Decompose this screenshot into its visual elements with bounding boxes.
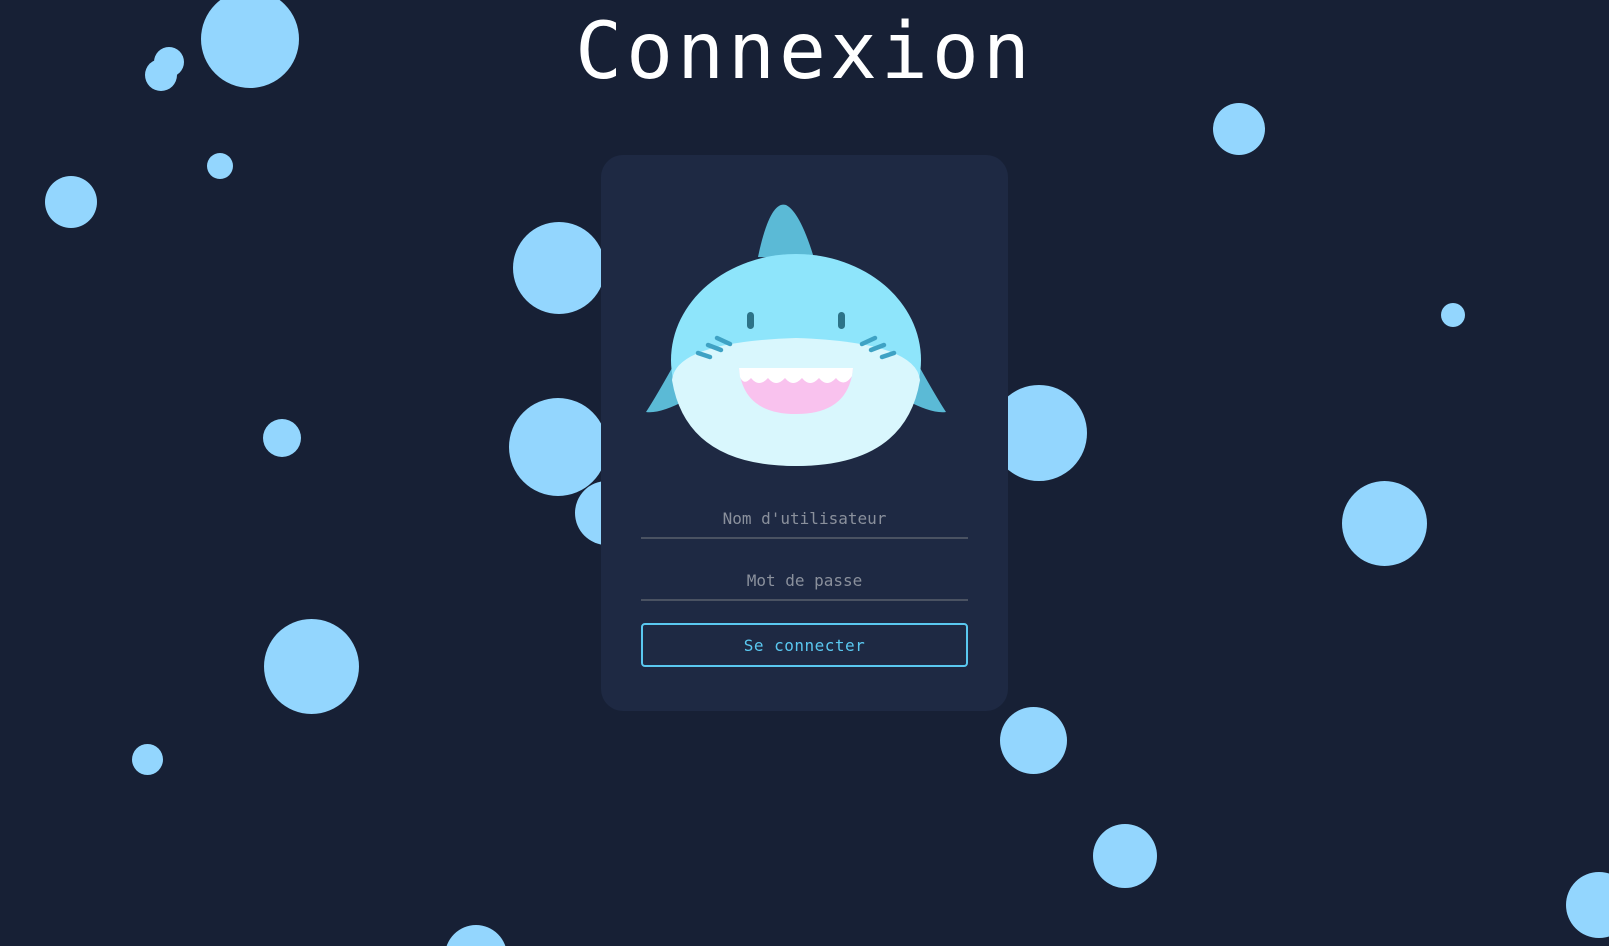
bubble-decoration <box>264 619 359 714</box>
password-field[interactable] <box>641 561 968 601</box>
bubble-decoration <box>509 398 607 496</box>
bubble-decoration <box>45 176 97 228</box>
bubble-decoration <box>1566 872 1609 938</box>
bubble-decoration <box>263 419 301 457</box>
bubble-decoration <box>132 744 163 775</box>
shark-icon <box>646 204 946 466</box>
bubble-decoration <box>1213 103 1265 155</box>
bubble-decoration <box>1000 707 1067 774</box>
login-page: Connexion Nom d'utilisateur Se connecter <box>0 0 1609 946</box>
bubble-decoration <box>513 222 605 314</box>
bubble-decoration <box>1093 824 1157 888</box>
bubble-decoration <box>207 153 233 179</box>
login-button[interactable]: Se connecter <box>641 623 968 667</box>
bubble-decoration <box>1441 303 1465 327</box>
login-card: Se connecter <box>601 155 1008 711</box>
username-field[interactable] <box>641 499 968 539</box>
bubble-decoration <box>445 925 507 946</box>
page-title: Connexion <box>575 7 1034 97</box>
bubble-decoration <box>1342 481 1427 566</box>
